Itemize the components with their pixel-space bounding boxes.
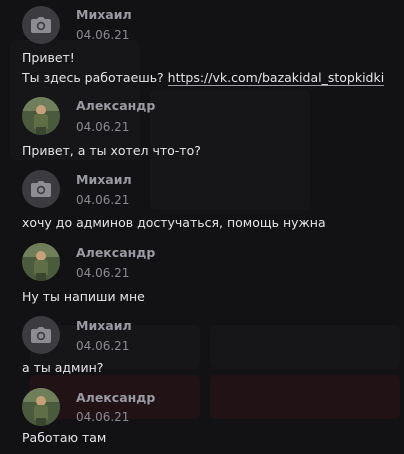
camera-placeholder-icon[interactable] [22, 6, 60, 44]
message-text: Работаю там [22, 430, 107, 445]
message-text: Ну ты напиши мне [22, 289, 145, 304]
author-name[interactable]: Александр [76, 98, 155, 113]
author-name[interactable]: Михаил [76, 172, 132, 187]
author-name[interactable]: Михаил [76, 318, 132, 333]
author-name[interactable]: Александр [76, 390, 155, 405]
message-text: Привет, а ты хотел что-то? [22, 143, 201, 158]
author-name[interactable]: Александр [76, 245, 155, 260]
message-line: Ты здесь работаешь? https://vk.com/bazak… [22, 68, 385, 88]
user-avatar[interactable] [22, 388, 60, 426]
message-text: а ты админ? [22, 360, 104, 375]
message-text: хочу до админов достучаться, помощь нужн… [22, 215, 326, 230]
camera-placeholder-icon[interactable] [22, 316, 60, 354]
message-line: Привет! [22, 50, 75, 65]
message-text: Привет! Ты здесь работаешь? https://vk.c… [22, 48, 385, 88]
message-date: 04.06.21 [76, 28, 130, 42]
message-date: 04.06.21 [76, 410, 130, 424]
message-date: 04.06.21 [76, 266, 130, 280]
message-line-text: Ты здесь работаешь? [22, 70, 168, 85]
chat-window: Михаил 04.06.21 Привет! Ты здесь работае… [0, 0, 404, 454]
user-avatar[interactable] [22, 97, 60, 135]
author-name[interactable]: Михаил [76, 7, 132, 22]
message-date: 04.06.21 [76, 339, 130, 353]
camera-placeholder-icon[interactable] [22, 170, 60, 208]
message-date: 04.06.21 [76, 120, 130, 134]
message-date: 04.06.21 [76, 193, 130, 207]
message-link[interactable]: https://vk.com/bazakidal_stopkidki [167, 70, 385, 86]
user-avatar[interactable] [22, 243, 60, 281]
